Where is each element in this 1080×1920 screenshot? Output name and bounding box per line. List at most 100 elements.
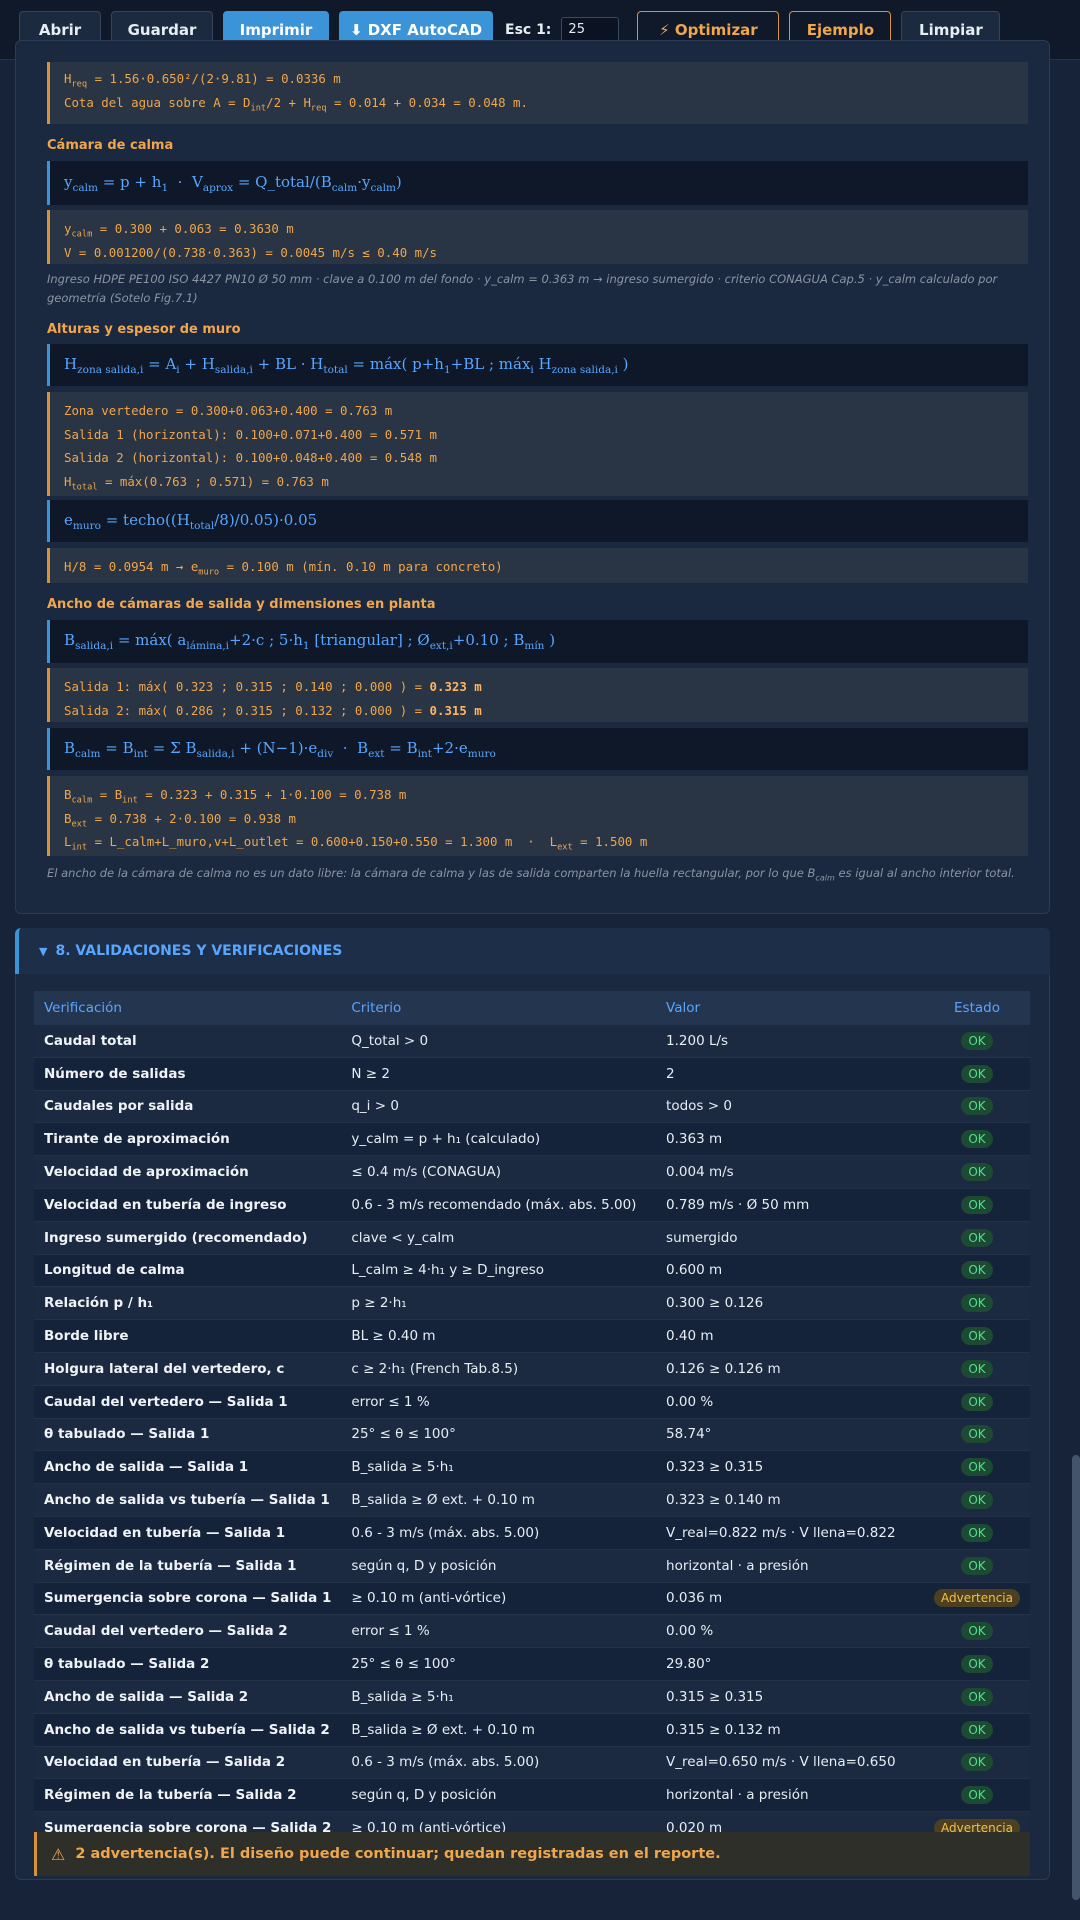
status-cell: OK	[923, 1549, 1030, 1583]
criterion-cell: B_salida ≥ Ø ext. + 0.10 m	[341, 1713, 657, 1747]
table-row: Velocidad en tubería de ingreso 0.6 - 3 m…	[34, 1188, 1030, 1222]
check-name-cell: θ tabulado — Salida 1	[34, 1418, 342, 1452]
warning-summary-text: 2 advertencia(s). El diseño puede contin…	[75, 1846, 721, 1862]
status-badge: OK	[961, 1720, 993, 1739]
widths-title: Ancho de cámaras de salida y dimensiones…	[47, 597, 436, 612]
value-cell: 0.600 m	[656, 1254, 924, 1288]
validation-section-header[interactable]: ▼ 8. VALIDACIONES Y VERIFICACIONES	[15, 928, 1050, 974]
value-cell: 0.004 m/s	[656, 1155, 924, 1189]
status-cell: OK	[923, 1385, 1030, 1419]
value-cell: 0.323 ≥ 0.315	[656, 1450, 924, 1485]
value-cell: 0.363 m	[656, 1122, 924, 1157]
heights-calc-box: Zona vertedero = 0.300+0.063+0.400 = 0.7…	[47, 392, 1028, 496]
check-name-cell: Velocidad en tubería — Salida 1	[34, 1516, 342, 1550]
column-header-status: Estado	[923, 991, 1030, 1025]
table-header-row: Verificación Criterio Valor Estado	[34, 991, 1030, 1025]
value-cell: 0.036 m	[656, 1582, 924, 1616]
status-badge: OK	[961, 1359, 993, 1378]
check-name-cell: Longitud de calma	[34, 1254, 342, 1288]
value-cell: horizontal · a presión	[656, 1549, 924, 1583]
table-row: Holgura lateral del vertedero, cc ≥ 2·h₁…	[34, 1352, 1030, 1386]
criterion-cell: L_calm ≥ 4·h₁ y ≥ D_ingreso	[341, 1254, 657, 1288]
value-cell: horizontal · a presión	[656, 1778, 924, 1813]
table-row: Ancho de salida vs tubería — Salida 2 B_s…	[34, 1713, 1030, 1747]
status-badge: OK	[961, 1491, 993, 1510]
table-row: θ tabulado — Salida 1 25° ≤ θ ≤ 100° 58.74…	[34, 1418, 1030, 1452]
calc-line: Salida 1 (horizontal): 0.100+0.071+0.400…	[64, 426, 437, 442]
criterion-cell: ≤ 0.4 m/s (CONAGUA)	[341, 1155, 657, 1189]
value-cell: 29.80°	[656, 1647, 924, 1681]
criterion-cell: y_calm = p + h₁ (calculado)	[341, 1122, 657, 1157]
table-row: Longitud de calma L_calm ≥ 4·h₁ y ≥ D_ing…	[34, 1254, 1030, 1288]
criterion-cell: 0.6 - 3 m/s recomendado (máx. abs. 5.00)	[341, 1188, 657, 1222]
status-badge: OK	[961, 1458, 993, 1477]
criterion-cell: según q, D y posición	[341, 1778, 657, 1813]
check-name-cell: Holgura lateral del vertedero, c	[34, 1352, 342, 1386]
status-cell: OK	[923, 1254, 1030, 1288]
value-cell: 0.789 m/s · Ø 50 mm	[656, 1188, 924, 1222]
table-row: Régimen de la tubería — Salida 2 según q,…	[34, 1778, 1030, 1813]
value-cell: 0.315 ≥ 0.315	[656, 1680, 924, 1714]
status-cell: OK	[923, 1516, 1030, 1550]
criterion-cell: error ≤ 1 %	[341, 1385, 657, 1419]
table-row: Ancho de salida — Salida 1 B_salida ≥ 5·h…	[34, 1450, 1030, 1485]
page-scrollbar[interactable]	[1072, 1455, 1080, 1900]
criterion-cell: según q, D y posición	[341, 1549, 657, 1583]
check-name-cell: Velocidad en tubería de ingreso	[34, 1188, 342, 1222]
status-badge: OK	[961, 1786, 993, 1805]
table-row: Sumergencia sobre corona — Salida 1 ≥ 0.1…	[34, 1582, 1030, 1616]
status-cell: Advertencia	[923, 1582, 1030, 1616]
calc-line: Bext = 0.738 + 2·0.100 = 0.938 m	[64, 810, 296, 829]
check-name-cell: Tirante de aproximación	[34, 1122, 342, 1157]
table-row: Velocidad de aproximación ≤ 0.4 m/s (CONA…	[34, 1155, 1030, 1189]
outlet-width-formula: Bsalida,i = máx( alámina,i+2·c ; 5·h1 [t…	[47, 620, 1028, 663]
check-name-cell: Caudales por salida	[34, 1090, 342, 1124]
column-header-check: Verificación	[34, 991, 342, 1025]
status-cell: OK	[923, 1614, 1030, 1649]
scale-label: Esc 1:	[505, 21, 552, 38]
heights-title: Alturas y espesor de muro	[47, 322, 241, 337]
status-cell: OK	[923, 1025, 1030, 1058]
status-badge: OK	[961, 1753, 993, 1772]
check-name-cell: θ tabulado — Salida 2	[34, 1647, 342, 1681]
validation-section-title: 8. VALIDACIONES Y VERIFICACIONES	[55, 943, 343, 959]
column-header-criterion: Criterio	[341, 991, 657, 1025]
status-cell: OK	[923, 1483, 1030, 1517]
check-name-cell: Régimen de la tubería — Salida 1	[34, 1549, 342, 1583]
status-cell: OK	[923, 1778, 1030, 1813]
status-cell: OK	[923, 1319, 1030, 1353]
table-row: Ancho de salida vs tubería — Salida 1 B_s…	[34, 1483, 1030, 1517]
table-row: Borde libre BL ≥ 0.40 m 0.40 m OK	[34, 1319, 1030, 1353]
criterion-cell: B_salida ≥ 5·h₁	[341, 1680, 657, 1714]
status-cell: OK	[923, 1057, 1030, 1091]
value-cell: 0.126 ≥ 0.126 m	[656, 1352, 924, 1386]
table-row: Caudal total Q_total > 0 1.200 L/s OK	[34, 1025, 1030, 1058]
criterion-cell: 0.6 - 3 m/s (máx. abs. 5.00)	[341, 1746, 657, 1780]
table-row: Velocidad en tubería — Salida 2 0.6 - 3 m…	[34, 1746, 1030, 1780]
value-cell: sumergido	[656, 1221, 924, 1255]
collapse-triangle-icon[interactable]: ▼	[39, 945, 47, 958]
status-badge: Advertencia	[933, 1589, 1020, 1608]
validation-table: Verificación Criterio Valor Estado Cauda…	[34, 991, 1030, 1845]
criterion-cell: BL ≥ 0.40 m	[341, 1319, 657, 1353]
status-badge: OK	[961, 1687, 993, 1706]
scale-input[interactable]	[561, 16, 620, 43]
check-name-cell: Velocidad de aproximación	[34, 1155, 342, 1189]
calc-line: Zona vertedero = 0.300+0.063+0.400 = 0.7…	[64, 403, 393, 418]
calc-line: H/8 = 0.0954 m → emuro = 0.100 m (mín. 0…	[64, 559, 503, 578]
calc-line: Bcalm = Bint = 0.323 + 0.315 + 1·0.100 =…	[64, 787, 407, 806]
table-row: Caudal del vertedero — Salida 2 error ≤ 1…	[34, 1614, 1030, 1649]
status-cell: OK	[923, 1221, 1030, 1255]
value-cell: 0.315 ≥ 0.132 m	[656, 1713, 924, 1747]
value-cell: 0.40 m	[656, 1319, 924, 1353]
check-name-cell: Caudal total	[34, 1025, 342, 1058]
status-cell: OK	[923, 1713, 1030, 1747]
table-row: θ tabulado — Salida 2 25° ≤ θ ≤ 100° 29.80…	[34, 1647, 1030, 1681]
check-name-cell: Sumergencia sobre corona — Salida 1	[34, 1582, 342, 1616]
check-name-cell: Caudal del vertedero — Salida 2	[34, 1614, 342, 1649]
criterion-cell: c ≥ 2·h₁ (French Tab.8.5)	[341, 1352, 657, 1386]
value-cell: 1.200 L/s	[656, 1025, 924, 1058]
table-row: Caudal del vertedero — Salida 1 error ≤ 1…	[34, 1385, 1030, 1419]
criterion-cell: B_salida ≥ 5·h₁	[341, 1450, 657, 1485]
criterion-cell: B_salida ≥ Ø ext. + 0.10 m	[341, 1483, 657, 1517]
